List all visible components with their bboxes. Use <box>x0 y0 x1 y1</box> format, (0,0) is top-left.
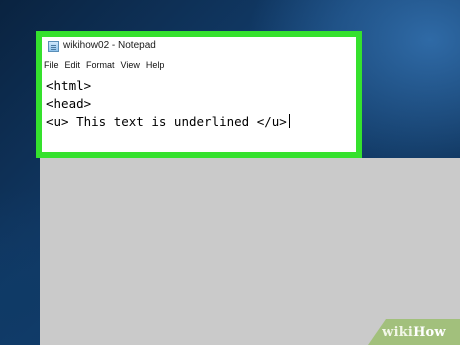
menu-format[interactable]: Format <box>86 60 115 74</box>
menu-view[interactable]: View <box>121 60 140 74</box>
editor-line: <head> <box>46 96 92 111</box>
menu-bar: File Edit Format View Help <box>44 60 164 74</box>
window-title: wikihow02 - Notepad <box>63 40 156 51</box>
editor-line: <html> <box>46 78 92 93</box>
notepad-window: wikihow02 - Notepad File Edit Format Vie… <box>42 37 356 152</box>
menu-file[interactable]: File <box>44 60 59 74</box>
notepad-icon <box>48 41 59 52</box>
text-caret <box>288 114 290 128</box>
gray-backdrop <box>40 158 460 345</box>
watermark-wiki: wiki <box>382 324 414 340</box>
title-bar[interactable]: wikihow02 - Notepad <box>42 37 356 56</box>
editor-line-current: <u> This text is underlined </u> <box>46 113 352 131</box>
menu-edit[interactable]: Edit <box>65 60 81 74</box>
menu-help[interactable]: Help <box>146 60 165 74</box>
text-editor[interactable]: <html> <head> <u> This text is underline… <box>46 77 352 149</box>
editor-line-text: <u> This text is underlined </u> <box>46 114 287 129</box>
watermark-how: How <box>413 324 446 340</box>
